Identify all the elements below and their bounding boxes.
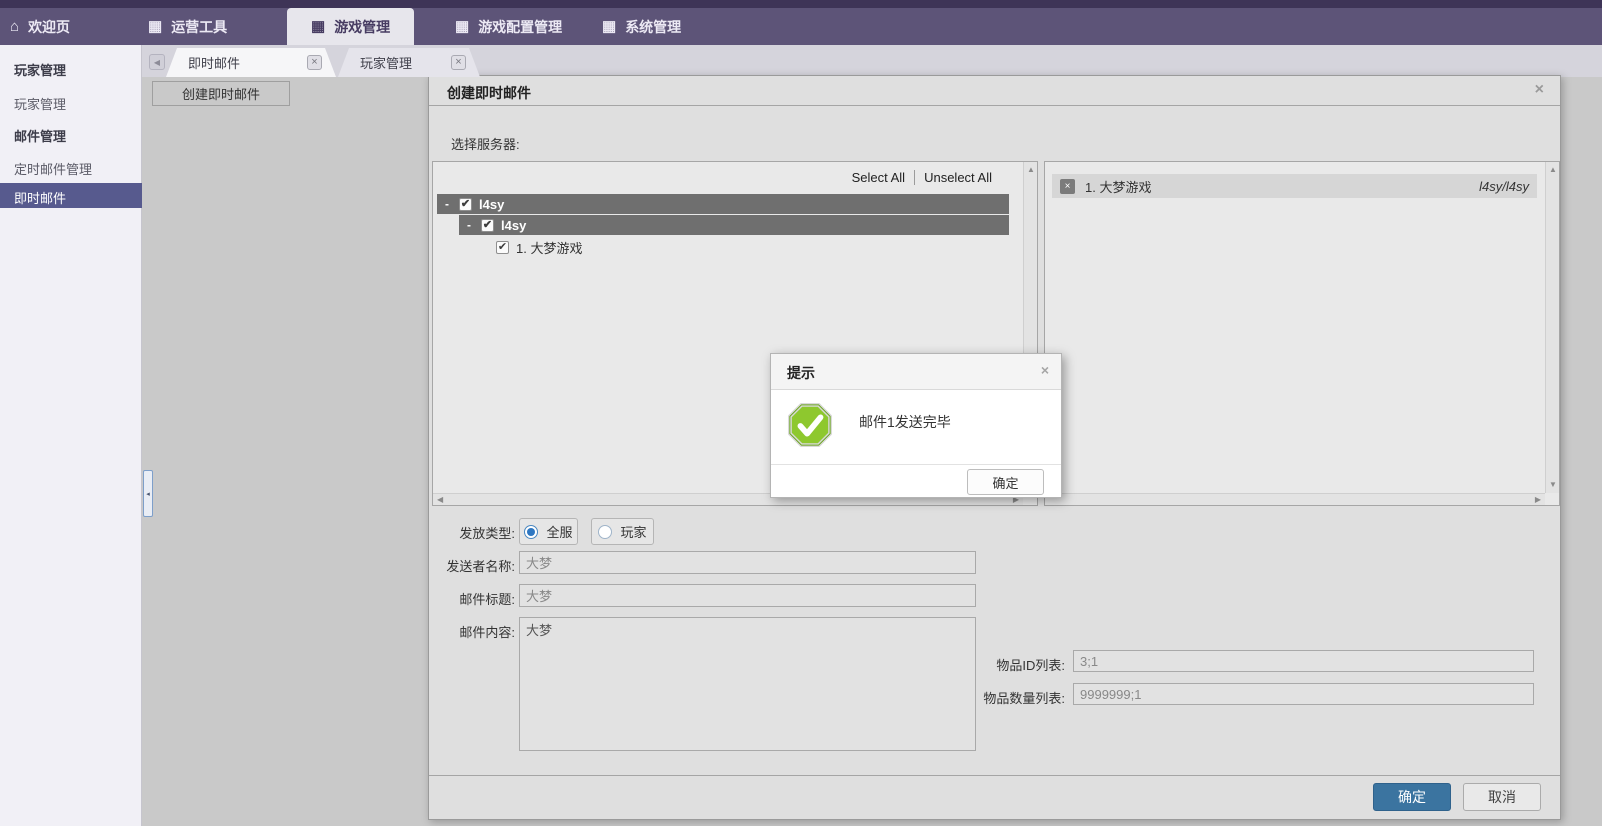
radio-player[interactable]: 玩家: [591, 518, 654, 545]
tab-label: 玩家管理: [360, 56, 413, 71]
tree-node-label[interactable]: l4sy: [479, 197, 504, 212]
item-count-list-input[interactable]: [1073, 683, 1534, 705]
nav-item-operation-tools[interactable]: ▦ 运营工具: [148, 8, 227, 45]
tree-collapse-icon[interactable]: -: [442, 197, 452, 211]
tree-node-label[interactable]: 1. 大梦游戏: [516, 238, 582, 257]
dialog-close-icon[interactable]: ×: [1535, 81, 1544, 99]
remove-icon[interactable]: ×: [1060, 178, 1075, 194]
send-type-label: 发放类型:: [459, 526, 515, 541]
sidebar: 玩家管理 玩家管理 邮件管理 定时邮件管理 即时邮件: [0, 45, 142, 826]
dialog-footer: 确定 取消: [429, 775, 1560, 819]
confirm-button[interactable]: 确定: [1373, 783, 1451, 811]
screen: ⌂ 欢迎页 ▦ 运营工具 ▦ 游戏管理 ▦ 游戏配置管理 ▦ 系统管理 玩家管理…: [0, 0, 1602, 826]
mail-content-textarea[interactable]: 大梦: [519, 617, 976, 751]
modal-close-icon[interactable]: ×: [1041, 362, 1049, 378]
tab-instant-mail[interactable]: 即时邮件 ×: [166, 48, 336, 77]
nav-label: 游戏管理: [334, 18, 391, 35]
scroll-left-icon: ◀: [153, 57, 161, 67]
unselect-all-link[interactable]: Unselect All: [914, 170, 1001, 185]
dialog-title: 创建即时邮件: [447, 85, 531, 101]
tab-scroll-left-button[interactable]: ◀: [149, 54, 165, 70]
radio-all-servers[interactable]: 全服: [519, 518, 578, 545]
select-server-label: 选择服务器:: [451, 137, 520, 152]
modal-ok-button[interactable]: 确定: [967, 469, 1044, 495]
nav-label: 游戏配置管理: [478, 18, 563, 35]
mail-title-label: 邮件标题:: [459, 592, 515, 607]
nav-item-system-management[interactable]: ▦ 系统管理: [602, 8, 681, 45]
module-icon: ▦: [148, 18, 163, 35]
window-top-strip: [0, 0, 1602, 8]
scroll-down-icon[interactable]: ▼: [1549, 481, 1557, 489]
cancel-button[interactable]: 取消: [1463, 783, 1541, 811]
tree-node-group[interactable]: - ✔ l4sy: [459, 215, 1009, 235]
item-id-list-input[interactable]: [1073, 650, 1534, 672]
radio-label: 玩家: [620, 525, 647, 540]
sidebar-collapse-handle[interactable]: ◂: [143, 470, 153, 517]
select-all-link[interactable]: Select All: [843, 170, 914, 185]
mail-content-label: 邮件内容:: [459, 625, 515, 640]
tab-label: 即时邮件: [188, 56, 241, 71]
modal-header: 提示 ×: [771, 354, 1061, 390]
nav-label: 运营工具: [171, 18, 228, 35]
modal-message: 邮件1发送完毕: [859, 414, 951, 430]
sender-name-label: 发送者名称:: [446, 559, 515, 574]
module-icon: ▦: [455, 18, 470, 35]
tree-node-root[interactable]: - ✔ l4sy: [437, 194, 1009, 214]
success-check-icon: [787, 402, 833, 448]
modal-footer: 确定: [771, 464, 1061, 497]
sidebar-header-mail-management: 邮件管理: [14, 129, 67, 144]
tab-close-icon[interactable]: ×: [307, 55, 322, 70]
home-icon: ⌂: [10, 18, 20, 35]
nav-label: 系统管理: [625, 18, 682, 35]
radio-unselected-icon[interactable]: [598, 524, 613, 539]
sidebar-item-player-management[interactable]: 玩家管理: [14, 94, 66, 113]
tab-close-icon[interactable]: ×: [451, 55, 466, 70]
nav-item-game-management[interactable]: ▦ 游戏管理: [287, 8, 415, 45]
scroll-left-icon[interactable]: ◀: [437, 496, 443, 504]
dialog-header: 创建即时邮件 ×: [429, 76, 1560, 106]
prompt-modal: 提示 × 邮件1发送完毕 确定: [770, 353, 1062, 498]
nav-label: 欢迎页: [28, 18, 71, 35]
selected-server-path: l4sy/l4sy: [1479, 178, 1529, 194]
checkbox-checked-icon[interactable]: ✔: [459, 197, 472, 211]
selected-server-row: × 1. 大梦游戏 l4sy/l4sy: [1052, 174, 1537, 198]
sender-name-input[interactable]: [519, 551, 976, 574]
radio-selected-icon[interactable]: [524, 524, 539, 539]
scroll-up-icon[interactable]: ▲: [1027, 166, 1035, 174]
tree-node-server[interactable]: ✔ 1. 大梦游戏: [489, 237, 1009, 257]
checkbox-checked-icon[interactable]: ✔: [496, 240, 509, 254]
module-icon: ▦: [602, 18, 617, 35]
modal-body: 邮件1发送完毕: [771, 391, 1061, 465]
radio-label: 全服: [546, 525, 573, 540]
checkbox-checked-icon[interactable]: ✔: [481, 218, 494, 232]
top-navigation: ⌂ 欢迎页 ▦ 运营工具 ▦ 游戏管理 ▦ 游戏配置管理 ▦ 系统管理: [0, 8, 1602, 45]
item-id-list-label: 物品ID列表:: [996, 658, 1065, 673]
scroll-up-icon[interactable]: ▲: [1549, 166, 1557, 174]
tree-node-label[interactable]: l4sy: [501, 218, 526, 233]
subtab-bar: ◀ 即时邮件 × 玩家管理 ×: [142, 45, 1602, 77]
mail-title-input[interactable]: [519, 584, 976, 607]
tree-collapse-icon[interactable]: -: [464, 218, 474, 232]
sidebar-item-instant-mail[interactable]: 即时邮件: [0, 183, 142, 208]
selected-horizontal-scrollbar[interactable]: ▶: [1045, 493, 1545, 505]
module-icon: ▦: [311, 18, 326, 35]
collapse-left-icon: ◂: [146, 490, 150, 498]
selected-server-label: 1. 大梦游戏: [1085, 179, 1152, 195]
tab-player-management[interactable]: 玩家管理 ×: [338, 48, 480, 77]
sidebar-header-player-management: 玩家管理: [14, 63, 67, 78]
sidebar-item-scheduled-mail[interactable]: 定时邮件管理: [14, 159, 92, 178]
selected-vertical-scrollbar[interactable]: ▲ ▼: [1545, 162, 1559, 493]
nav-item-welcome[interactable]: ⌂ 欢迎页: [10, 8, 70, 45]
item-count-list-label: 物品数量列表:: [983, 691, 1065, 706]
tree-select-links: Select All Unselect All: [843, 170, 1001, 185]
scroll-right-icon[interactable]: ▶: [1535, 496, 1541, 504]
nav-item-game-config-management[interactable]: ▦ 游戏配置管理: [455, 8, 562, 45]
modal-title: 提示: [787, 365, 815, 381]
selected-servers-panel: × 1. 大梦游戏 l4sy/l4sy ▲ ▼ ▶: [1044, 161, 1560, 506]
create-instant-mail-button[interactable]: 创建即时邮件: [152, 81, 290, 106]
